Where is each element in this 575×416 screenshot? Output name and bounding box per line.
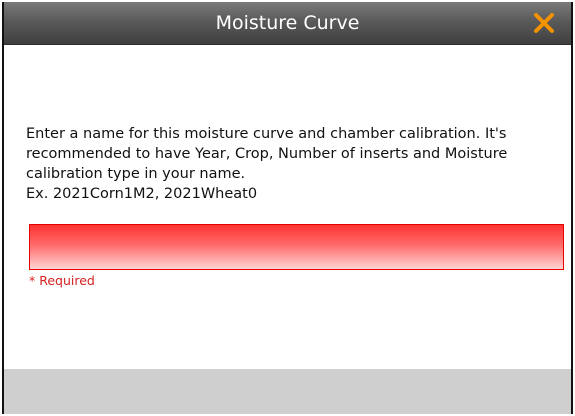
close-x-icon — [534, 13, 554, 33]
curve-name-input[interactable] — [29, 224, 564, 270]
close-button[interactable] — [531, 10, 557, 36]
footer-bar — [4, 369, 571, 414]
title-bar: Moisture Curve — [4, 2, 571, 45]
instructions: Enter a name for this moisture curve and… — [26, 124, 557, 204]
required-error-text: * Required — [29, 273, 95, 288]
dialog-title: Moisture Curve — [215, 12, 360, 34]
instructions-text: Enter a name for this moisture curve and… — [26, 126, 508, 182]
example-text: Ex. 2021Corn1M2, 2021Wheat0 — [26, 186, 258, 202]
moisture-curve-dialog: Moisture Curve Enter a name for this moi… — [2, 2, 573, 414]
